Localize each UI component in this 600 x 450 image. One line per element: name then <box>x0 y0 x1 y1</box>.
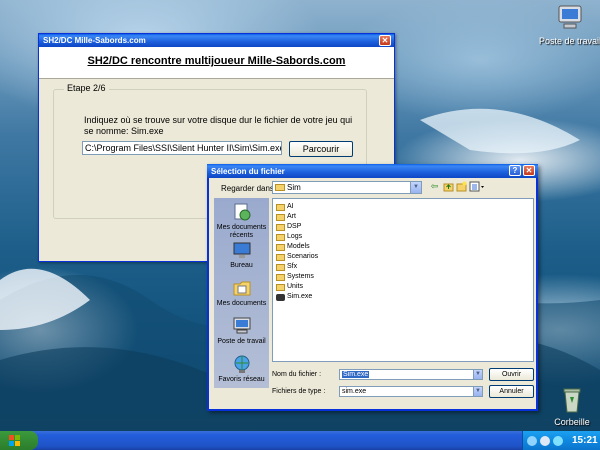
network-globe-icon <box>232 354 252 374</box>
desktop-icon-recycle-bin[interactable]: Corbeille <box>537 383 600 427</box>
help-button[interactable]: ? <box>509 165 521 176</box>
system-tray: 15:21 <box>522 431 600 450</box>
folder-icon <box>276 253 285 261</box>
folder-icon <box>276 243 285 251</box>
windows-logo-icon <box>9 435 20 446</box>
place-label: Mes documents récents <box>216 224 267 239</box>
places-bar: Mes documents récents Bureau Mes documen… <box>214 198 269 388</box>
filename-label: Nom du fichier : <box>272 371 322 378</box>
recycle-bin-icon <box>556 383 588 415</box>
file-name: Scenarios <box>287 253 319 260</box>
network-tray-icon[interactable] <box>527 435 537 446</box>
filename-input[interactable]: Sim.exe ▼ <box>339 369 483 380</box>
desktop-icon-label: Corbeille <box>554 417 590 427</box>
filetype-dropdown[interactable]: sim.exe ▼ <box>339 386 483 397</box>
file-name: Sfx <box>287 263 298 270</box>
wizard-heading: SH2/DC rencontre multijoueur Mille-Sabor… <box>87 55 346 67</box>
folder-icon <box>276 273 285 281</box>
file-list-item[interactable]: Logs <box>276 232 302 242</box>
file-list-item[interactable]: Systems <box>276 272 314 282</box>
file-name: AI <box>287 203 294 210</box>
file-list-item[interactable]: DSP <box>276 222 301 232</box>
chevron-down-icon[interactable]: ▼ <box>473 387 482 396</box>
filename-value: Sim.exe <box>342 371 370 378</box>
dialog-title: Sélection du fichier <box>211 166 285 176</box>
folder-icon <box>276 233 285 241</box>
wizard-header: SH2/DC rencontre multijoueur Mille-Sabor… <box>39 47 394 79</box>
file-name: Units <box>287 283 303 290</box>
filetype-value: sim.exe <box>342 388 367 395</box>
filetype-label: Fichiers de type : <box>272 388 326 395</box>
step-label: Etape 2/6 <box>64 83 109 93</box>
computer-icon <box>232 316 252 336</box>
place-recent-documents[interactable]: Mes documents récents <box>214 202 269 240</box>
close-button[interactable]: ✕ <box>379 35 391 46</box>
file-name: DSP <box>287 223 302 230</box>
dialog-title-bar[interactable]: Sélection du fichier ? ✕ <box>207 164 538 178</box>
folder-icon <box>276 283 285 291</box>
start-button[interactable] <box>0 431 38 450</box>
browse-button[interactable]: Parcourir <box>289 141 353 157</box>
view-menu-icon[interactable] <box>469 181 485 192</box>
cancel-button[interactable]: Annuler <box>489 385 534 398</box>
wizard-title-bar[interactable]: SH2/DC Mille-Sabords.com ✕ <box>39 34 394 47</box>
desktop-icon-label: Poste de travail <box>538 36 600 46</box>
place-my-documents[interactable]: Mes documents <box>214 278 269 308</box>
chevron-down-icon[interactable]: ▼ <box>410 182 421 193</box>
recent-documents-icon <box>232 202 252 222</box>
place-label: Mes documents <box>216 300 267 307</box>
folder-icon <box>276 223 285 231</box>
folder-icon <box>276 263 285 271</box>
dialog-close-button[interactable]: ✕ <box>523 165 535 176</box>
file-list-item[interactable]: Art <box>276 212 296 222</box>
file-name: Sim.exe <box>287 293 313 300</box>
place-label: Bureau <box>230 262 253 269</box>
file-name: Systems <box>287 273 314 280</box>
file-list-item[interactable]: AI <box>276 202 294 212</box>
file-select-dialog: Sélection du fichier ? ✕ Regarder dans :… <box>207 164 538 411</box>
up-folder-icon[interactable] <box>443 181 454 192</box>
place-desktop[interactable]: Bureau <box>214 240 269 270</box>
game-path-input[interactable]: C:\Program Files\SSI\Silent Hunter II\Si… <box>82 141 282 155</box>
file-name: Logs <box>287 233 303 240</box>
taskbar: 15:21 <box>0 431 600 450</box>
folder-icon <box>275 184 285 191</box>
folder-icon <box>276 213 285 221</box>
place-network[interactable]: Favoris réseau <box>214 354 269 384</box>
look-in-label: Regarder dans : <box>221 184 279 193</box>
wizard-window-title: SH2/DC Mille-Sabords.com <box>43 36 146 45</box>
look-in-value: Sim <box>287 183 301 192</box>
look-in-dropdown[interactable]: Sim ▼ <box>272 181 422 194</box>
executable-icon <box>276 293 285 301</box>
file-list-item[interactable]: Sim.exe <box>276 292 312 302</box>
new-folder-icon[interactable] <box>456 181 467 192</box>
place-label: Poste de travail <box>217 338 266 345</box>
clock[interactable]: 15:21 <box>572 435 598 446</box>
desktop-icon <box>232 240 252 260</box>
computer-icon <box>554 2 586 34</box>
my-documents-icon <box>232 278 252 298</box>
volume-tray-icon[interactable] <box>540 435 550 446</box>
file-list[interactable]: AI Art DSP Logs Models Scenarios Sfx Systems Uni… <box>272 198 534 362</box>
file-list-item[interactable]: Models <box>276 242 310 252</box>
back-arrow-icon[interactable]: ⇦ <box>429 181 440 192</box>
file-list-item[interactable]: Scenarios <box>276 252 318 262</box>
file-list-item[interactable]: Sfx <box>276 262 297 272</box>
open-button[interactable]: Ouvrir <box>489 368 534 381</box>
app-tray-icon[interactable] <box>553 435 563 446</box>
desktop-icon-my-computer[interactable]: Poste de travail <box>535 2 600 46</box>
file-name: Models <box>287 243 310 250</box>
file-name: Art <box>287 213 296 220</box>
instruction-text: Indiquez où se trouve sur votre disque d… <box>84 115 353 136</box>
place-label: Favoris réseau <box>218 376 265 383</box>
folder-icon <box>276 203 285 211</box>
chevron-down-icon[interactable]: ▼ <box>473 370 482 379</box>
file-list-item[interactable]: Units <box>276 282 303 292</box>
place-my-computer[interactable]: Poste de travail <box>214 316 269 346</box>
